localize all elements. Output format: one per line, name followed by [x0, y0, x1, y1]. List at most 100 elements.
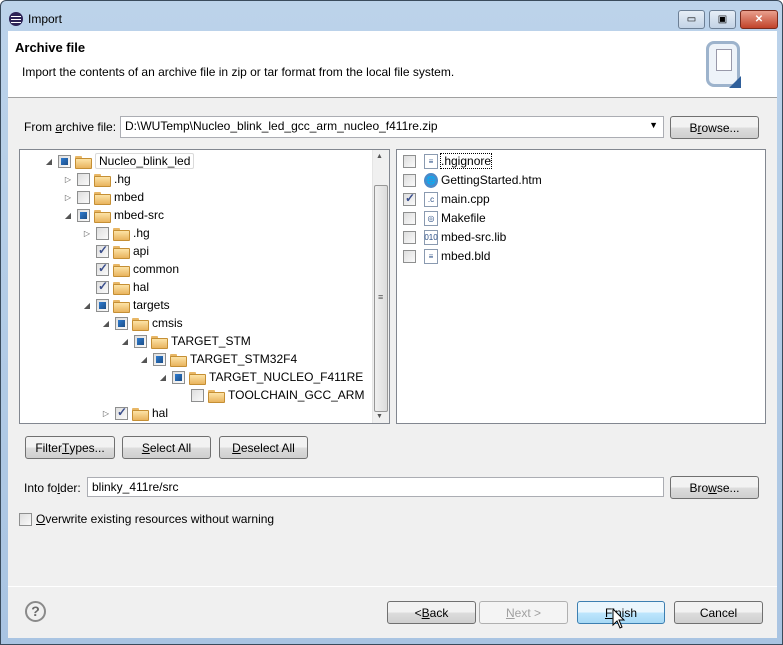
wizard-header: Archive file Import the contents of an a… [8, 31, 777, 98]
help-icon[interactable]: ? [25, 601, 46, 622]
tree-checkbox[interactable] [153, 352, 166, 366]
tree-checkbox[interactable] [134, 334, 147, 348]
tree-checkbox[interactable] [58, 154, 71, 168]
tree-item-label: common [133, 262, 180, 276]
expanded-arrow-icon[interactable]: ◢ [63, 211, 73, 220]
tree-item[interactable]: ◢ TARGET_STM [120, 332, 251, 350]
tree-item[interactable]: ▷ hal [101, 404, 168, 422]
tree-item[interactable]: ◢ TARGET_NUCLEO_F411RE [158, 368, 363, 386]
collapsed-arrow-icon[interactable]: ▷ [82, 229, 92, 238]
browse-folder-button[interactable]: Bro w se... [670, 476, 759, 499]
file-list[interactable]: ≡.hgignore🌐GettingStarted.htm.cmain.cpp◎… [396, 149, 766, 424]
tree-checkbox[interactable] [115, 316, 128, 330]
overwrite-option[interactable]: Overwrite existing resources without war… [19, 512, 274, 526]
tree-item-label: hal [133, 280, 150, 294]
file-item[interactable]: 🌐 GettingStarted.htm [403, 171, 542, 189]
page-description: Import the contents of an archive file i… [22, 65, 455, 79]
select-all-button[interactable]: Select All [122, 436, 211, 459]
file-checkbox[interactable] [403, 211, 416, 225]
expanded-arrow-icon[interactable]: ◢ [101, 319, 111, 328]
tree-item[interactable]: hal [82, 278, 149, 296]
tree-item[interactable]: ▷ .hg [82, 224, 150, 242]
tree-item-label: mbed-src [114, 208, 165, 222]
tree-item[interactable]: ▷ mbed [63, 188, 144, 206]
tree-checkbox[interactable] [77, 190, 90, 204]
tree-checkbox[interactable] [96, 261, 109, 276]
file-checkbox[interactable] [403, 230, 416, 244]
tree-item-label: targets [133, 298, 170, 312]
file-item-label: mbed.bld [441, 249, 491, 263]
next-button[interactable]: Next > [479, 601, 568, 624]
tree-item[interactable]: api [82, 242, 149, 260]
tree-item[interactable]: common [82, 260, 179, 278]
folder-icon [132, 407, 149, 421]
file-item[interactable]: ◎ Makefile [403, 209, 486, 227]
filter-types-button[interactable]: Filter Types... [25, 436, 115, 459]
overwrite-checkbox[interactable] [19, 512, 32, 526]
archive-file-combo[interactable]: D:\WUTemp\Nucleo_blink_led_gcc_arm_nucle… [120, 116, 664, 138]
tree-item-label: TARGET_STM32F4 [190, 352, 298, 366]
file-checkbox[interactable] [403, 173, 416, 187]
file-checkbox[interactable] [403, 249, 416, 263]
tree-checkbox[interactable] [191, 388, 204, 402]
tree-item[interactable]: ◢ TARGET_STM32F4 [139, 350, 297, 368]
expanded-arrow-icon[interactable]: ◢ [44, 157, 54, 166]
tree-item-label: TOOLCHAIN_GCC_ARM [228, 388, 365, 402]
tree-checkbox[interactable] [172, 370, 185, 384]
expanded-arrow-icon[interactable]: ◢ [139, 355, 149, 364]
tree-item[interactable]: ◢ mbed-src [63, 206, 164, 224]
tree-checkbox[interactable] [77, 208, 90, 222]
makefile-icon: ◎ [424, 210, 438, 226]
collapsed-arrow-icon[interactable]: ▷ [63, 175, 73, 184]
file-item[interactable]: ≡ mbed.bld [403, 247, 490, 265]
scroll-up-arrow[interactable]: ▲ [376, 153, 383, 160]
expanded-arrow-icon[interactable]: ◢ [82, 301, 92, 310]
file-checkbox[interactable] [403, 191, 416, 206]
deselect-all-button[interactable]: Deselect All [219, 436, 308, 459]
folder-icon [189, 371, 206, 385]
text-file-icon: ≡ [424, 248, 438, 264]
import-dialog: Import ▭ ▣ ✕ Archive file Import the con… [0, 0, 783, 645]
tree-item[interactable]: ◢ Nucleo_blink_led [44, 152, 195, 170]
collapsed-arrow-icon[interactable]: ▷ [101, 409, 111, 418]
tree-item[interactable]: ▷ .hg [63, 170, 131, 188]
expanded-arrow-icon[interactable]: ◢ [158, 373, 168, 382]
folder-tree[interactable]: ◢ Nucleo_blink_led ▷ .hg ▷ mbed ◢ mbed-src ▷ .hg a… [19, 149, 390, 424]
back-button[interactable]: < Back [387, 601, 476, 624]
tree-item[interactable]: TOOLCHAIN_GCC_ARM [177, 386, 364, 404]
tree-item-label: TARGET_NUCLEO_F411RE [209, 370, 364, 384]
expanded-arrow-icon[interactable]: ◢ [120, 337, 130, 346]
tree-item-label: api [133, 244, 150, 258]
scroll-down-arrow[interactable]: ▼ [376, 413, 383, 420]
tree-scrollbar[interactable]: ▲ ≡ ▼ [372, 150, 389, 423]
tree-item[interactable]: ◢ cmsis [101, 314, 183, 332]
tree-checkbox[interactable] [96, 298, 109, 312]
tree-item-label: TARGET_STM [171, 334, 251, 348]
folder-icon [75, 155, 92, 169]
collapsed-arrow-icon[interactable]: ▷ [63, 193, 73, 202]
chevron-down-icon[interactable]: ▼ [649, 120, 658, 130]
scroll-thumb[interactable]: ≡ [374, 185, 388, 412]
file-checkbox[interactable] [403, 154, 416, 168]
window-title: Import [28, 12, 63, 26]
folder-icon [113, 245, 130, 259]
tree-item-label: .hg [133, 226, 150, 240]
file-item[interactable]: 010 mbed-src.lib [403, 228, 506, 246]
minimize-button[interactable]: ▭ [678, 10, 705, 29]
folder-icon [151, 335, 168, 349]
into-folder-input[interactable]: blinky_411re/src [87, 477, 664, 497]
cancel-button[interactable]: Cancel [674, 601, 763, 624]
tree-item[interactable]: ◢ targets [82, 296, 170, 314]
file-item[interactable]: ≡ .hgignore [403, 152, 493, 170]
page-title: Archive file [15, 40, 86, 55]
tree-checkbox[interactable] [96, 243, 109, 258]
tree-checkbox[interactable] [96, 279, 109, 294]
file-item-label: Makefile [441, 211, 486, 225]
tree-checkbox[interactable] [77, 172, 90, 186]
maximize-button[interactable]: ▣ [709, 10, 736, 29]
close-button[interactable]: ✕ [740, 10, 778, 29]
tree-checkbox[interactable] [115, 405, 128, 420]
tree-checkbox[interactable] [96, 226, 109, 240]
file-item[interactable]: .cmain.cpp [403, 190, 490, 208]
browse-archive-button[interactable]: Br owse... [670, 116, 759, 139]
